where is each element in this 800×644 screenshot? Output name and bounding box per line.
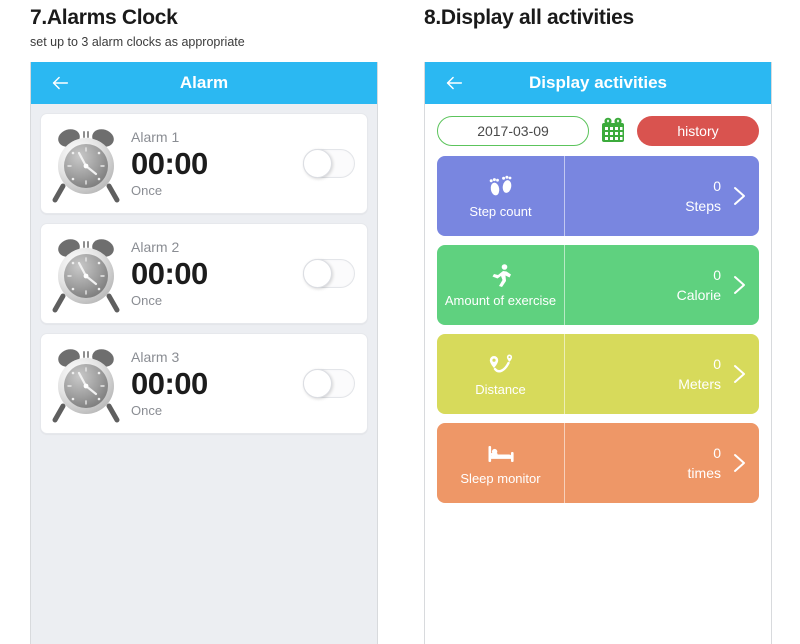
alarm-list: Alarm 1 00:00 Once Alarm 2 00:00 Once Al… — [31, 104, 377, 434]
alarm-repeat: Once — [131, 402, 163, 418]
date-bar: 2017-03-09 history — [425, 104, 771, 156]
activities-appbar-title: Display activities — [529, 73, 667, 92]
activity-left: Sleep monitor — [437, 423, 565, 503]
activity-label: Amount of exercise — [444, 292, 557, 308]
alarm-clock-icon — [49, 122, 123, 206]
back-arrow-icon[interactable] — [49, 72, 71, 94]
alarm-time: 00:00 — [131, 255, 208, 291]
activity-left: Step count — [437, 156, 565, 236]
activity-card-sleep[interactable]: Sleep monitor 0 times — [437, 423, 759, 503]
right-section-title: 8.Display all activities — [424, 6, 634, 29]
activity-value: 0 — [713, 356, 721, 372]
alarm-name: Alarm 2 — [131, 238, 180, 255]
activity-list: Step count 0 Steps Amount of exercise 0 … — [425, 156, 771, 503]
activity-label: Sleep monitor — [460, 470, 541, 486]
alarm-phone-panel: Alarm Alarm 1 00:00 Once Alarm 2 00:00 O… — [30, 62, 378, 644]
alarm-repeat: Once — [131, 292, 163, 308]
activity-label: Distance — [475, 381, 526, 397]
activity-card-exercise[interactable]: Amount of exercise 0 Calorie — [437, 245, 759, 325]
activities-phone-panel: Display activities 2017-03-09 history St… — [424, 62, 772, 644]
left-section-subtitle: set up to 3 alarm clocks as appropriate — [30, 35, 245, 49]
activity-card-step-count[interactable]: Step count 0 Steps — [437, 156, 759, 236]
chevron-right-icon[interactable] — [729, 183, 749, 209]
alarm-toggle[interactable] — [303, 149, 355, 178]
alarm-appbar: Alarm — [31, 62, 377, 104]
history-button[interactable]: history — [637, 116, 759, 146]
alarm-time: 00:00 — [131, 365, 208, 401]
calendar-icon[interactable] — [599, 117, 627, 145]
alarm-toggle[interactable] — [303, 259, 355, 288]
alarm-info: Alarm 3 00:00 Once — [123, 349, 303, 419]
activity-unit: times — [687, 465, 721, 481]
activity-left: Amount of exercise — [437, 245, 565, 325]
footprints-icon — [486, 174, 516, 200]
alarm-clock-icon — [49, 232, 123, 316]
alarm-info: Alarm 1 00:00 Once — [123, 129, 303, 199]
alarm-repeat: Once — [131, 182, 163, 198]
activity-value: 0 — [713, 445, 721, 461]
activity-unit: Calorie — [676, 287, 721, 303]
activities-appbar: Display activities — [425, 62, 771, 104]
bed-icon — [486, 441, 516, 467]
runner-icon — [486, 263, 516, 289]
alarm-name: Alarm 3 — [131, 348, 180, 365]
alarm-toggle[interactable] — [303, 369, 355, 398]
chevron-right-icon[interactable] — [729, 361, 749, 387]
left-section-title: 7.Alarms Clock — [30, 6, 178, 29]
alarm-card[interactable]: Alarm 1 00:00 Once — [40, 113, 368, 214]
alarm-card[interactable]: Alarm 3 00:00 Once — [40, 333, 368, 434]
toggle-knob — [303, 259, 332, 288]
activity-unit: Steps — [685, 198, 721, 214]
toggle-knob — [303, 149, 332, 178]
toggle-knob — [303, 369, 332, 398]
activity-unit: Meters — [678, 376, 721, 392]
activity-label: Step count — [469, 203, 532, 219]
chevron-right-icon[interactable] — [729, 450, 749, 476]
alarm-info: Alarm 2 00:00 Once — [123, 239, 303, 309]
alarm-card[interactable]: Alarm 2 00:00 Once — [40, 223, 368, 324]
alarm-time: 00:00 — [131, 145, 208, 181]
activity-card-distance[interactable]: Distance 0 Meters — [437, 334, 759, 414]
alarm-clock-icon — [49, 342, 123, 426]
activity-value: 0 — [713, 267, 721, 283]
back-arrow-icon[interactable] — [443, 72, 465, 94]
alarm-name: Alarm 1 — [131, 128, 180, 145]
screenshot-root: 7.Alarms Clock set up to 3 alarm clocks … — [0, 0, 800, 644]
route-pin-icon — [486, 352, 516, 378]
activity-value: 0 — [713, 178, 721, 194]
date-input[interactable]: 2017-03-09 — [437, 116, 589, 146]
alarm-appbar-title: Alarm — [179, 73, 229, 92]
activity-left: Distance — [437, 334, 565, 414]
chevron-right-icon[interactable] — [729, 272, 749, 298]
